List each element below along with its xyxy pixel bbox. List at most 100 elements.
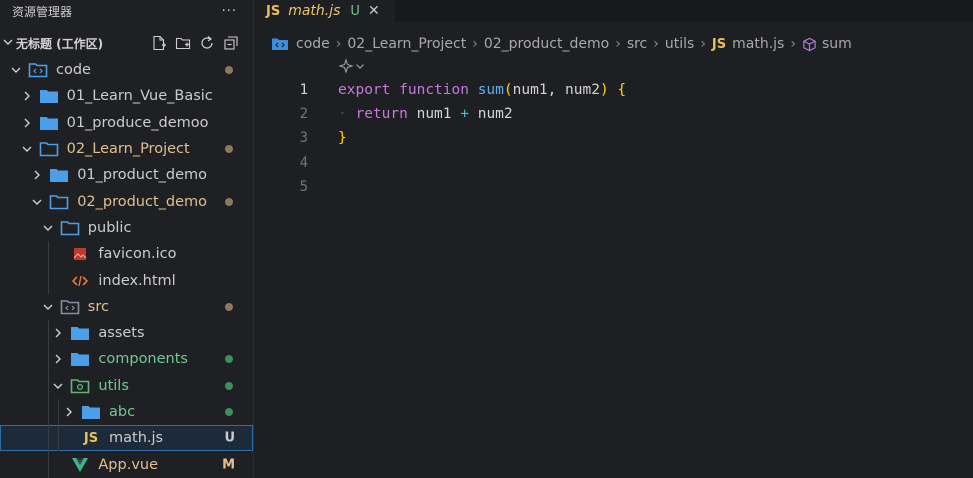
tree-folder-row[interactable]: public [0, 215, 253, 241]
tree-file-row[interactable]: App.vue M [0, 451, 253, 478]
explorer-title: 资源管理器 [12, 4, 73, 19]
folder-utils-icon [70, 377, 90, 395]
tree-item-label: public [87, 219, 132, 236]
tree-folder-row[interactable]: abc [0, 398, 253, 426]
tab-label: math.js [288, 3, 341, 19]
chevron-right-icon: › [335, 36, 342, 52]
code-action-lightbulb[interactable] [338, 58, 365, 74]
chevron-right-icon[interactable] [29, 167, 45, 183]
new-file-icon[interactable] [150, 35, 167, 52]
chevron-right-icon[interactable] [61, 404, 77, 420]
refresh-icon[interactable] [198, 35, 215, 52]
tree-item-label: index.html [98, 272, 176, 289]
js-file-icon: JS [711, 36, 727, 52]
tree-item-label: favicon.ico [98, 246, 177, 263]
chevron-down-icon [355, 61, 365, 71]
tree-item-label: components [98, 351, 188, 368]
operator-token: + [460, 106, 469, 123]
chevron-right-icon[interactable] [50, 325, 66, 341]
tree-item-label: math.js [109, 430, 164, 447]
indent-guide [47, 372, 49, 399]
tree-folder-row[interactable]: src [0, 294, 253, 320]
tree-folder-row[interactable]: 01_Learn_Vue_Basic [0, 83, 253, 109]
breadcrumb-item[interactable]: utils [665, 36, 694, 52]
breadcrumb-file[interactable]: math.js [732, 36, 784, 52]
status-dot [225, 355, 233, 364]
tree-item-label: code [56, 62, 91, 79]
breadcrumb-item[interactable]: src [627, 36, 647, 52]
tree-item-label: abc [109, 404, 136, 420]
folder-icon [70, 324, 90, 342]
status-dot [225, 66, 233, 75]
breadcrumb-item[interactable]: 02_product_demo [484, 36, 609, 52]
explorer-header: 资源管理器 ··· [0, 0, 253, 22]
tree-folder-row[interactable]: code [0, 57, 253, 83]
chevron-down-icon[interactable] [29, 194, 45, 210]
tree-item-label: 01_product_demo [77, 167, 208, 184]
tab-math-js[interactable]: JS math.js U ✕ [254, 0, 395, 22]
tree-file-row[interactable]: favicon.ico [0, 241, 253, 268]
new-folder-icon[interactable] [174, 35, 191, 52]
indent-guide [47, 319, 49, 347]
bracket-token: } [338, 130, 347, 147]
breadcrumb-symbol[interactable]: sum [822, 36, 852, 52]
code-line: · return num1 + num2 [338, 106, 513, 123]
chevron-right-icon: › [615, 36, 621, 52]
tree-file-row[interactable]: JS math.js U [0, 425, 253, 452]
chevron-down-icon[interactable] [19, 141, 35, 157]
keyword-token: function [399, 82, 469, 98]
close-icon[interactable]: ✕ [368, 3, 380, 19]
chevron-down-icon[interactable] [40, 299, 56, 315]
chevron-down-icon[interactable] [40, 220, 56, 236]
tree-folder-row[interactable]: utils [0, 372, 253, 399]
line-number: 2 [299, 106, 308, 123]
more-actions-icon[interactable]: ··· [222, 4, 237, 19]
folder-open-icon [49, 193, 69, 211]
js-file-icon: JS [83, 430, 99, 446]
status-dot [225, 381, 233, 390]
tree-item-label: utils [98, 377, 129, 394]
workspace-row[interactable]: 无标题 (工作区) [0, 32, 253, 54]
chevron-right-icon[interactable] [19, 88, 35, 104]
breadcrumb-item[interactable]: 02_Learn_Project [347, 36, 466, 52]
chevron-right-icon: › [653, 36, 659, 52]
status-dot [225, 302, 233, 311]
breadcrumb: code › 02_Learn_Project › 02_product_dem… [254, 33, 852, 55]
status-dot [225, 145, 233, 154]
line-number: 4 [299, 154, 308, 171]
collapse-all-icon[interactable] [222, 35, 239, 52]
code-editor[interactable]: export function sum(num1, num2) { · retu… [338, 78, 626, 199]
tree-folder-row[interactable]: 01_produce_demoo [0, 110, 253, 136]
line-number: 5 [299, 178, 308, 195]
tree-folder-row[interactable]: 02_product_demo [0, 188, 253, 214]
js-file-icon: JS [266, 3, 281, 19]
chevron-right-icon: › [472, 36, 478, 52]
chevron-right-icon[interactable] [19, 115, 35, 131]
tree-item-label: 02_product_demo [77, 193, 208, 210]
image-file-icon [70, 245, 90, 263]
status-dot [225, 408, 233, 416]
chevron-down-icon[interactable] [8, 62, 24, 78]
indent-guide [47, 267, 49, 294]
folder-src-icon [60, 298, 80, 316]
line-number-gutter: 1 2 3 4 5 [254, 78, 314, 199]
line-number: 1 [299, 82, 308, 98]
indent-guide [58, 398, 60, 426]
tree-folder-row[interactable]: 02_Learn_Project [0, 136, 253, 162]
breadcrumb-item[interactable]: code [296, 36, 330, 52]
tree-folder-row[interactable]: 01_product_demo [0, 162, 253, 188]
folder-open-icon [39, 140, 59, 158]
symbol-method-icon [802, 37, 817, 52]
function-name-token: sum [477, 82, 504, 98]
tree-folder-row[interactable]: assets [0, 319, 253, 347]
tree-file-row[interactable]: index.html [0, 267, 253, 294]
chevron-down-icon [2, 36, 16, 51]
chevron-down-icon[interactable] [50, 378, 66, 394]
tree-folder-row[interactable]: components [0, 346, 253, 373]
chevron-right-icon[interactable] [50, 351, 66, 367]
tree-item-label: 01_produce_demoo [66, 114, 209, 131]
indent-guide [58, 425, 60, 452]
identifier-token: num1 [416, 106, 452, 123]
